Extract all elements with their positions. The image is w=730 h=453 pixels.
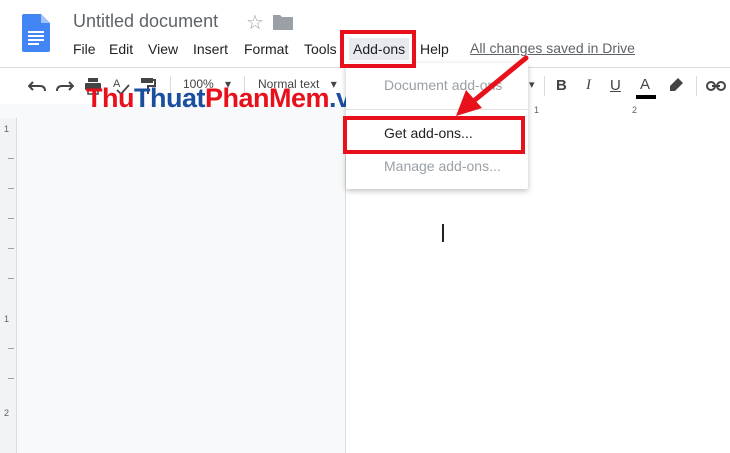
text-color-icon[interactable]: A — [636, 74, 656, 100]
toolbar-separator — [696, 76, 697, 96]
menu-item-manage-addons[interactable]: Manage add-ons... — [384, 158, 501, 174]
highlight-icon[interactable] — [668, 77, 684, 93]
redo-icon[interactable] — [56, 79, 74, 93]
arrow-pointer-icon — [456, 55, 529, 116]
bold-icon[interactable]: B — [556, 77, 567, 94]
folder-icon[interactable] — [273, 14, 293, 30]
vertical-ruler[interactable]: 1 1 2 — [0, 118, 17, 453]
document-title[interactable]: Untitled document — [73, 11, 218, 32]
text-cursor — [442, 224, 444, 242]
underline-icon[interactable]: U — [610, 77, 621, 94]
ruler-label: 1 — [4, 124, 10, 134]
menu-format[interactable]: Format — [244, 38, 288, 60]
watermark-part: PhanMem — [204, 83, 330, 113]
menu-edit[interactable]: Edit — [109, 38, 133, 60]
link-icon[interactable] — [706, 80, 726, 92]
toolbar-separator — [544, 76, 545, 96]
ruler-label: 2 — [4, 408, 10, 418]
addons-menu-highlight-box — [340, 30, 416, 68]
star-icon[interactable]: ☆ — [246, 10, 264, 35]
menu-tools[interactable]: Tools — [304, 38, 337, 60]
ruler-label: 1 — [534, 105, 540, 115]
menu-view[interactable]: View — [148, 38, 178, 60]
ruler-label: 2 — [632, 105, 638, 115]
menu-file[interactable]: File — [73, 38, 96, 60]
watermark-part: Thuat — [133, 83, 206, 113]
text-color-glyph: A — [640, 76, 651, 93]
menu-help[interactable]: Help — [420, 38, 449, 60]
undo-icon[interactable] — [28, 79, 46, 93]
watermark-logo: ThuThuatPhanMem.vn — [86, 83, 367, 114]
get-addons-highlight-box — [343, 116, 525, 154]
horizontal-ruler[interactable]: 1 2 — [526, 104, 730, 119]
watermark-part: Thu — [86, 83, 134, 113]
italic-icon[interactable]: I — [586, 77, 591, 94]
menu-insert[interactable]: Insert — [193, 38, 228, 60]
ruler-label: 1 — [4, 314, 10, 324]
